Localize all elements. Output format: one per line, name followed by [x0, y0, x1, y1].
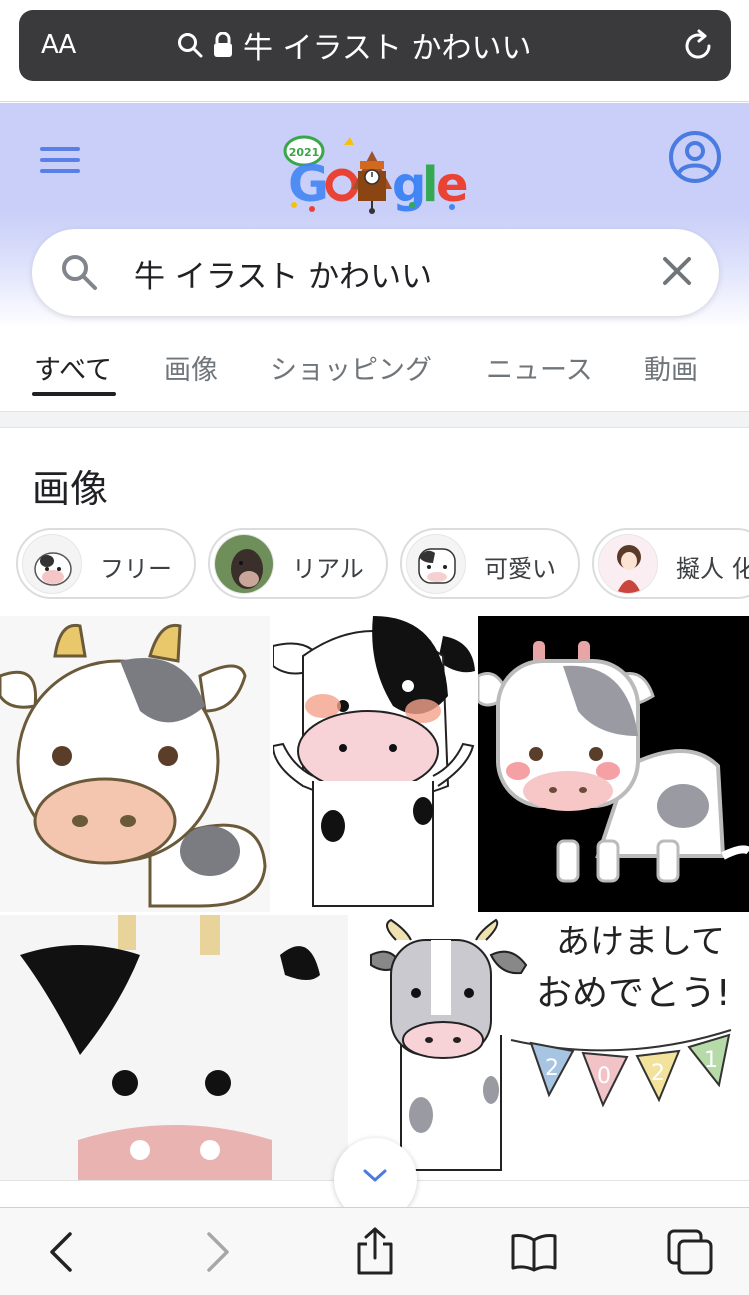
chip-real[interactable]: リアル [208, 528, 388, 599]
tab-all[interactable]: すべて [34, 348, 112, 387]
search-query[interactable]: 牛 イラスト かわいい [134, 251, 432, 296]
lock-icon [214, 32, 232, 57]
image-result[interactable] [0, 915, 348, 1180]
clear-icon[interactable] [661, 255, 693, 287]
tab-videos[interactable]: 動画 [644, 348, 698, 387]
chip-anthropomorphic[interactable]: 擬人 化 [592, 528, 749, 599]
image-result[interactable]: あけまして おめでとう! 2 0 2 1 [351, 915, 749, 1180]
share-icon[interactable] [355, 1226, 395, 1276]
menu-icon[interactable] [40, 147, 80, 177]
text-size-button[interactable]: AA [41, 30, 76, 60]
image-result[interactable] [273, 616, 475, 912]
forward-icon[interactable] [203, 1230, 233, 1274]
search-icon [178, 33, 203, 58]
search-tabs: すべて 画像 ショッピング ニュース 動画 [0, 330, 749, 410]
url-text: 牛 イラスト かわいい [243, 31, 532, 66]
chip-label: 擬人 化 [676, 555, 749, 583]
chip-label: リアル [292, 555, 364, 583]
search-icon[interactable] [60, 253, 98, 291]
browser-top-bar: AA 牛 イラスト かわいい [0, 0, 749, 102]
chevron-down-icon [363, 1169, 387, 1182]
banner-digit: 2 [545, 1056, 559, 1081]
reload-icon[interactable] [681, 29, 715, 63]
chip-thumbnail [214, 534, 274, 594]
chip-thumbnail [406, 534, 466, 594]
divider [0, 411, 749, 428]
images-section-title: 画像 [32, 467, 109, 511]
chip-cute[interactable]: 可愛い [400, 528, 580, 599]
account-icon[interactable] [668, 130, 722, 184]
card-text-line-1: あけまして [556, 922, 725, 962]
card-text-line-2: おめでとう! [536, 973, 730, 1014]
search-box[interactable]: 牛 イラスト かわいい [32, 229, 719, 316]
tab-news[interactable]: ニュース [486, 348, 593, 387]
chip-free[interactable]: フリー [16, 528, 196, 599]
active-tab-indicator [32, 392, 116, 396]
back-icon[interactable] [46, 1230, 76, 1274]
image-result[interactable] [478, 616, 749, 912]
address-bar[interactable]: AA 牛 イラスト かわいい [19, 10, 731, 81]
chip-label: フリー [100, 555, 172, 583]
chip-thumbnail [598, 534, 658, 594]
chip-thumbnail [22, 534, 82, 594]
banner-digit: 0 [597, 1064, 611, 1089]
chip-label: 可愛い [484, 555, 556, 583]
url-display[interactable]: 牛 イラスト かわいい [177, 25, 532, 66]
banner-digit: 1 [704, 1048, 718, 1073]
tabs-icon[interactable] [666, 1228, 714, 1276]
bookmarks-icon[interactable] [510, 1232, 558, 1272]
tab-images[interactable]: 画像 [164, 348, 218, 387]
browser-toolbar [0, 1207, 749, 1295]
image-result[interactable] [0, 616, 270, 912]
tab-shopping[interactable]: ショッピング [270, 348, 432, 387]
google-doodle-logo[interactable]: 2021 G g l e [282, 131, 468, 215]
banner-digit: 2 [651, 1061, 665, 1086]
